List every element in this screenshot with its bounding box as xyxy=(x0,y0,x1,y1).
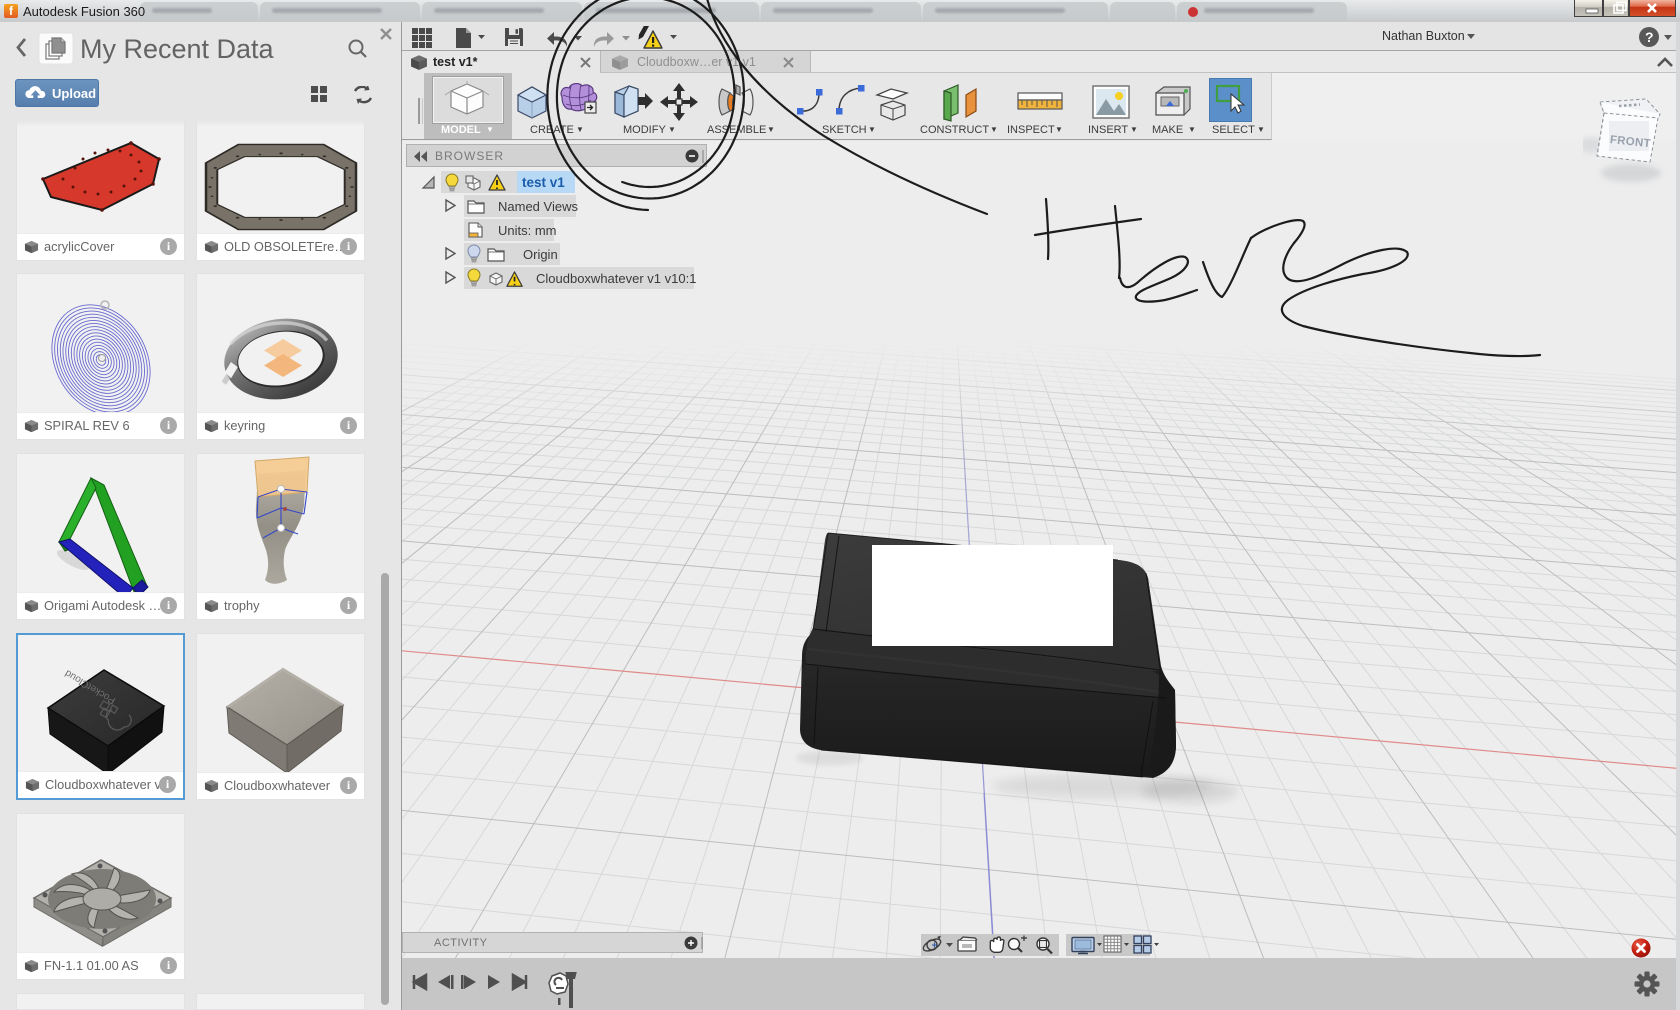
svg-text:Cloudboxwhatever v1 v10:1: Cloudboxwhatever v1 v10:1 xyxy=(536,271,696,286)
svg-text:Named Views: Named Views xyxy=(498,199,578,214)
svg-text:Origin: Origin xyxy=(523,247,558,262)
svg-text:Units: mm: Units: mm xyxy=(498,223,557,238)
svg-text:test v1: test v1 xyxy=(522,175,565,190)
svg-text:?: ? xyxy=(1645,29,1654,45)
